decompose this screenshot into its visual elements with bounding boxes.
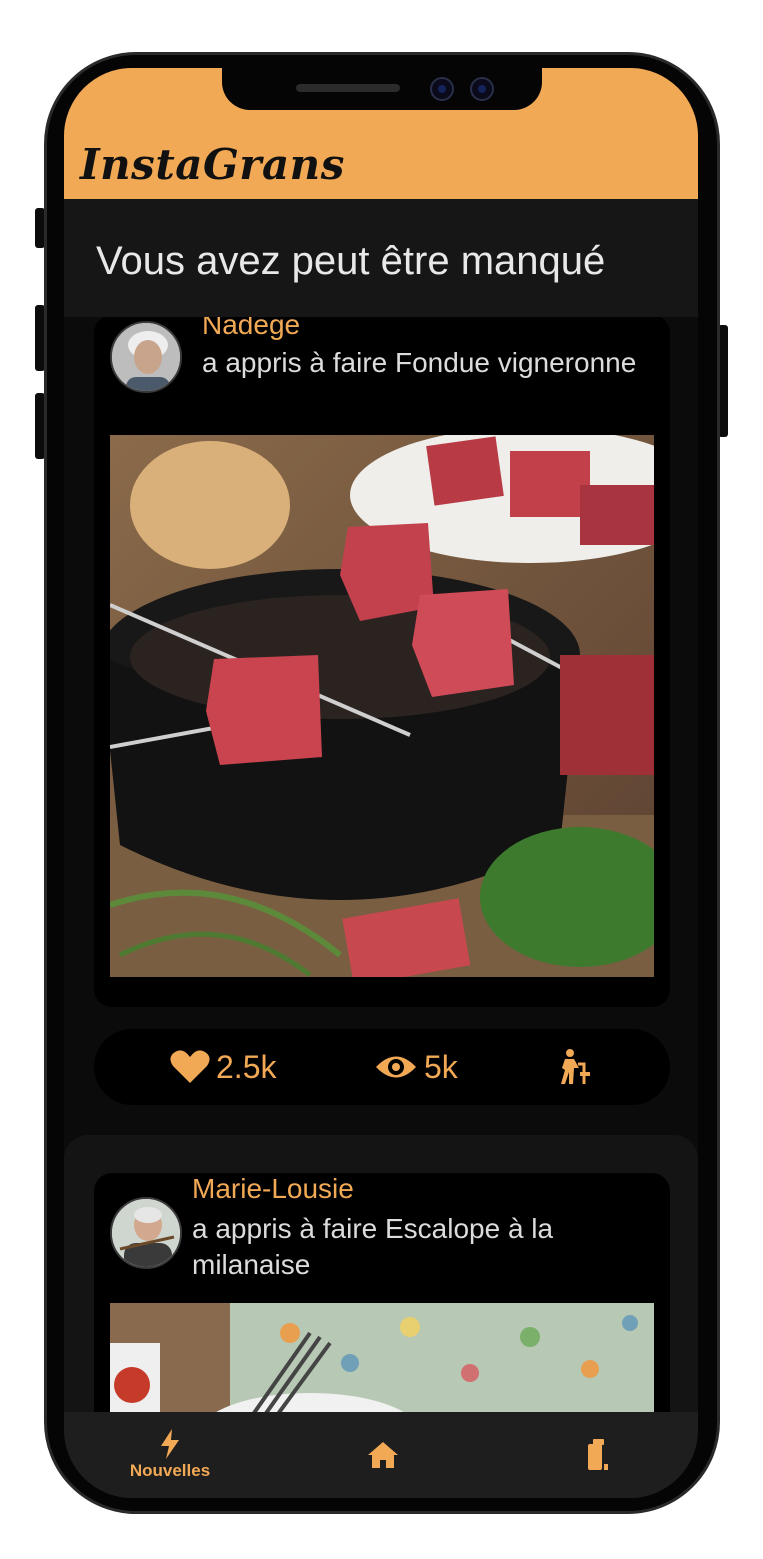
section-title: Vous avez peut être manqué [96, 239, 606, 283]
avatar[interactable] [110, 1197, 182, 1269]
fondue-photo [110, 435, 654, 977]
post-action: a appris à faire Fondue vigneronne [202, 347, 637, 378]
post-author[interactable]: Nadege [202, 317, 300, 341]
front-sensor-icon [470, 77, 494, 101]
nav-label-news: Nouvelles [129, 1461, 211, 1480]
earpiece-speaker [296, 84, 400, 92]
post-image[interactable] [110, 435, 654, 977]
phone-notch [222, 68, 542, 110]
heart-icon [170, 1050, 210, 1083]
eye-icon [376, 1056, 416, 1078]
avatar[interactable] [110, 321, 182, 393]
section-header: Vous avez peut être manqué [64, 199, 698, 317]
likes-count: 2.5k [216, 1048, 277, 1085]
escalope-photo [110, 1303, 654, 1412]
elderly-person-icon [561, 1049, 590, 1084]
home-icon [368, 1442, 398, 1468]
bolt-icon [161, 1429, 179, 1459]
avatar-photo [112, 1199, 180, 1267]
feed[interactable]: Nadege a appris à faire Fondue vigneronn… [64, 317, 698, 1412]
avatar-photo [112, 323, 180, 391]
post-card[interactable]: Marie-Lousie a appris à faire Escalope à… [94, 1173, 670, 1412]
post-stats-bar: 2.5k 5k [94, 1029, 670, 1105]
likes-button[interactable]: 2.5k [170, 1029, 276, 1105]
views-count: 5k [424, 1048, 458, 1085]
front-camera-icon [430, 77, 454, 101]
nav-item-news[interactable]: Nouvelles [120, 1412, 220, 1498]
nav-item-device[interactable] [572, 1412, 622, 1498]
elderly-button[interactable] [554, 1029, 592, 1105]
bottom-navigation: Nouvelles [64, 1412, 698, 1498]
app-logo: InstaGrans [80, 140, 345, 189]
post-author[interactable]: Marie-Lousie [192, 1173, 354, 1205]
nav-item-home[interactable] [358, 1412, 408, 1498]
post-card[interactable]: Nadege a appris à faire Fondue vigneronn… [94, 317, 670, 1007]
phone-screen: InstaGrans Vous avez peut être manqué Na… [64, 68, 698, 1498]
views-button[interactable]: 5k [374, 1029, 458, 1105]
post-action: a appris à faire Escalope à la milanaise [192, 1213, 554, 1280]
device-icon [588, 1439, 608, 1470]
post-image[interactable] [110, 1303, 654, 1412]
